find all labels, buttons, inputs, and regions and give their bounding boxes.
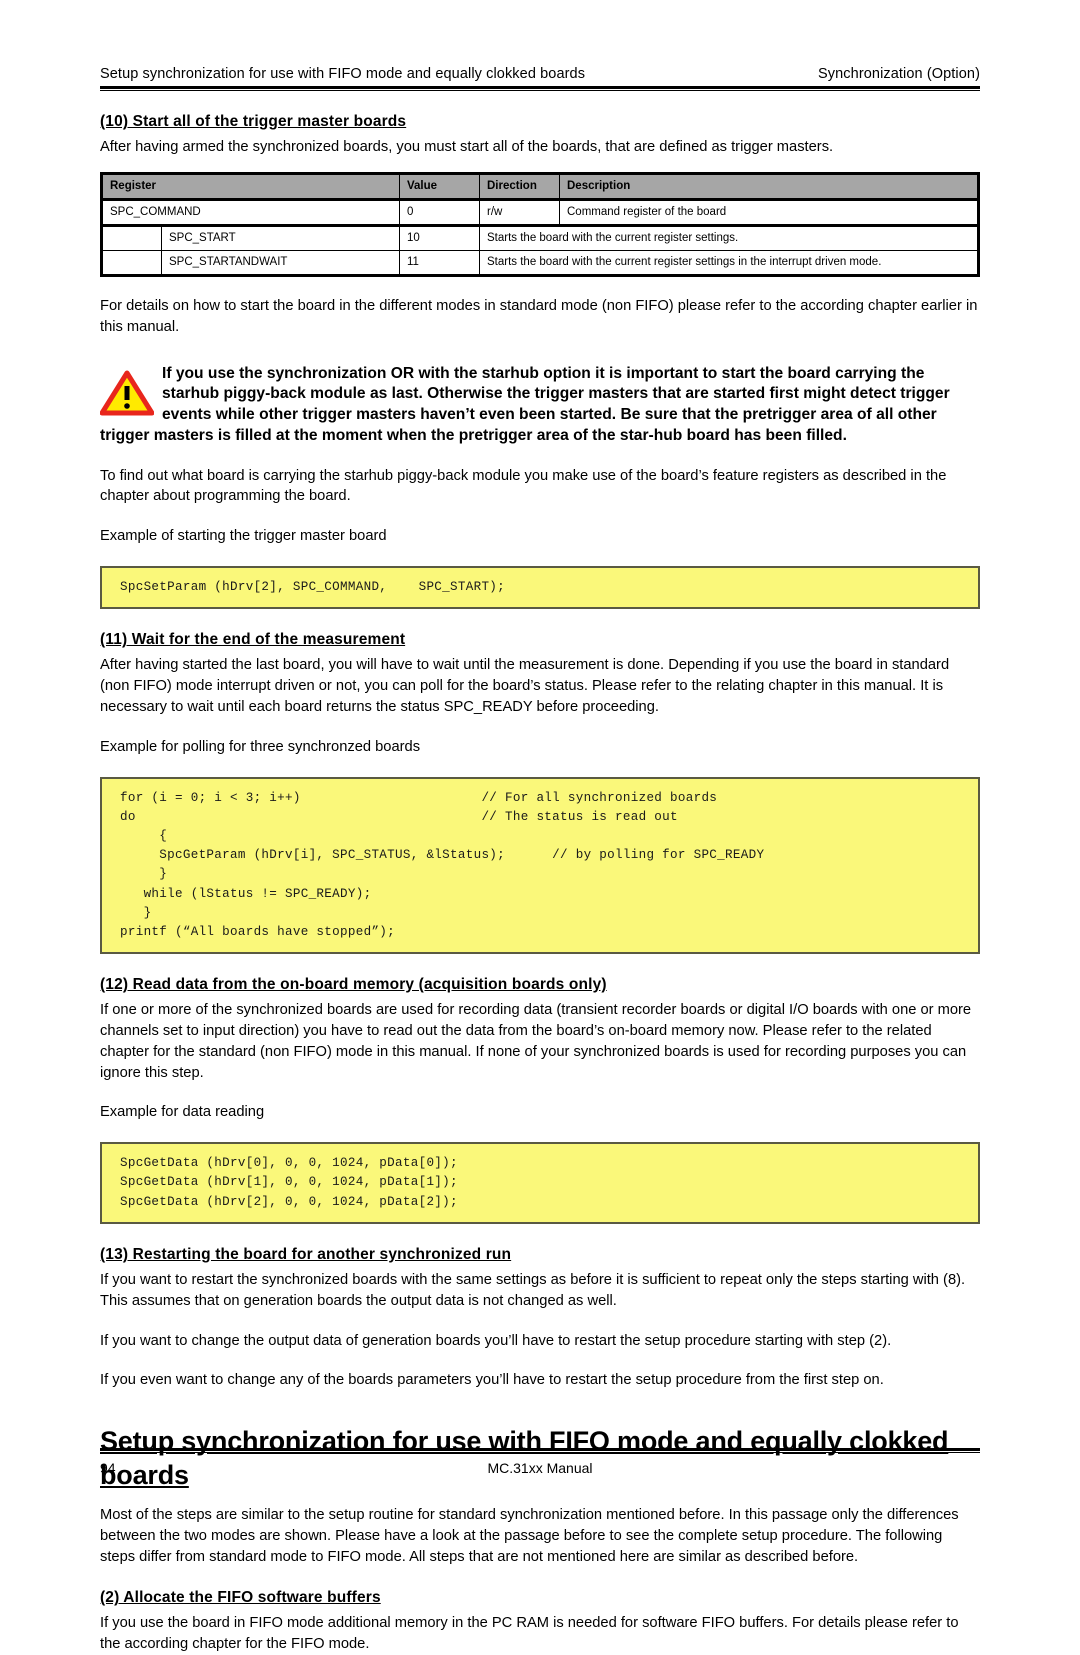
step-10-example-caption: Example of starting the trigger master b… — [100, 528, 387, 545]
starhub-note: To find out what board is carrying the s… — [100, 467, 947, 505]
warning-triangle-icon — [100, 370, 154, 416]
step-10-after-table: For details on how to start the board in… — [100, 297, 978, 335]
step-11-example-caption: Example for polling for three synchronze… — [100, 738, 421, 755]
step-13-para-2: If you want to change the output data of… — [100, 1332, 892, 1349]
section-step-12: (12) Read data from the on-board memory … — [100, 954, 980, 1123]
table-header-register: Register — [101, 172, 400, 201]
section-step-13: (13) Restarting the board for another sy… — [100, 1224, 980, 1392]
step-13-para-3: If you even want to change any of the bo… — [100, 1372, 884, 1389]
running-head: Setup synchronization for use with FIFO … — [100, 0, 980, 86]
page-footer: 94 MC.31xx Manual — [100, 1448, 980, 1476]
code-block-data-reading: SpcGetData (hDrv[0], 0, 0, 1024, pData[0… — [100, 1142, 980, 1224]
heading-step-12: (12) Read data from the on-board memory … — [100, 975, 607, 993]
cell-value: 0 — [399, 198, 480, 227]
chapter-intro: Most of the steps are similar to the set… — [100, 1506, 959, 1565]
cell-register: SPC_START — [161, 224, 400, 251]
cell-direction: r/w — [479, 198, 560, 227]
table-header-description: Description — [559, 172, 979, 201]
heading-step-13: (13) Restarting the board for another sy… — [100, 1245, 512, 1263]
cell-description: Starts the board with the current regist… — [479, 224, 979, 251]
table-header-direction: Direction — [479, 172, 560, 201]
running-head-right: Synchronization (Option) — [818, 66, 980, 82]
cell-description: Command register of the board — [559, 198, 979, 227]
section-step-10: (10) Start all of the trigger master boa… — [100, 91, 980, 158]
cell-register: SPC_COMMAND — [101, 198, 400, 227]
step-12-example-caption: Example for data reading — [100, 1104, 265, 1121]
table-row: SPC_COMMAND 0 r/w Command register of th… — [101, 198, 979, 227]
code-block-start-trigger-master: SpcSetParam (hDrv[2], SPC_COMMAND, SPC_S… — [100, 566, 980, 610]
step-12-body: If one or more of the synchronized board… — [100, 1001, 972, 1081]
cell-description: Starts the board with the current regist… — [479, 249, 979, 276]
heading-step-10: (10) Start all of the trigger master boa… — [100, 113, 407, 130]
step-2-body: If you use the board in FIFO mode additi… — [100, 1615, 959, 1653]
cell-indent — [101, 224, 162, 251]
heading-step-2: (2) Allocate the FIFO software buffers — [100, 1589, 381, 1607]
step-11-body: After having started the last board, you… — [100, 657, 950, 716]
table-row: SPC_START 10 Starts the board with the c… — [101, 224, 979, 251]
table-header-value: Value — [399, 172, 480, 201]
warning-text: If you use the synchronization OR with t… — [100, 364, 950, 444]
warning-block: If you use the synchronization OR with t… — [100, 364, 980, 447]
step-13-para-1: If you want to restart the synchronized … — [100, 1271, 966, 1309]
code-block-polling: for (i = 0; i < 3; i++) // For all synch… — [100, 776, 980, 954]
section-step-11: (11) Wait for the end of the measurement… — [100, 609, 980, 758]
section-step-2: (2) Allocate the FIFO software buffers I… — [100, 1567, 980, 1655]
running-head-left: Setup synchronization for use with FIFO … — [100, 66, 586, 82]
table-header-row: Register Value Direction Description — [101, 172, 979, 201]
footer-manual-title: MC.31xx Manual — [487, 1460, 593, 1476]
table-row: SPC_STARTANDWAIT 11 Starts the board wit… — [101, 249, 979, 276]
cell-register: SPC_STARTANDWAIT — [161, 249, 400, 276]
cell-indent — [101, 249, 162, 276]
register-table: Register Value Direction Description SPC… — [100, 171, 980, 277]
document-page: Setup synchronization for use with FIFO … — [0, 0, 1080, 1652]
cell-value: 11 — [399, 249, 480, 276]
cell-value: 10 — [399, 224, 480, 251]
step-10-intro: After having armed the synchronized boar… — [100, 139, 834, 155]
heading-step-11: (11) Wait for the end of the measurement — [100, 631, 406, 649]
